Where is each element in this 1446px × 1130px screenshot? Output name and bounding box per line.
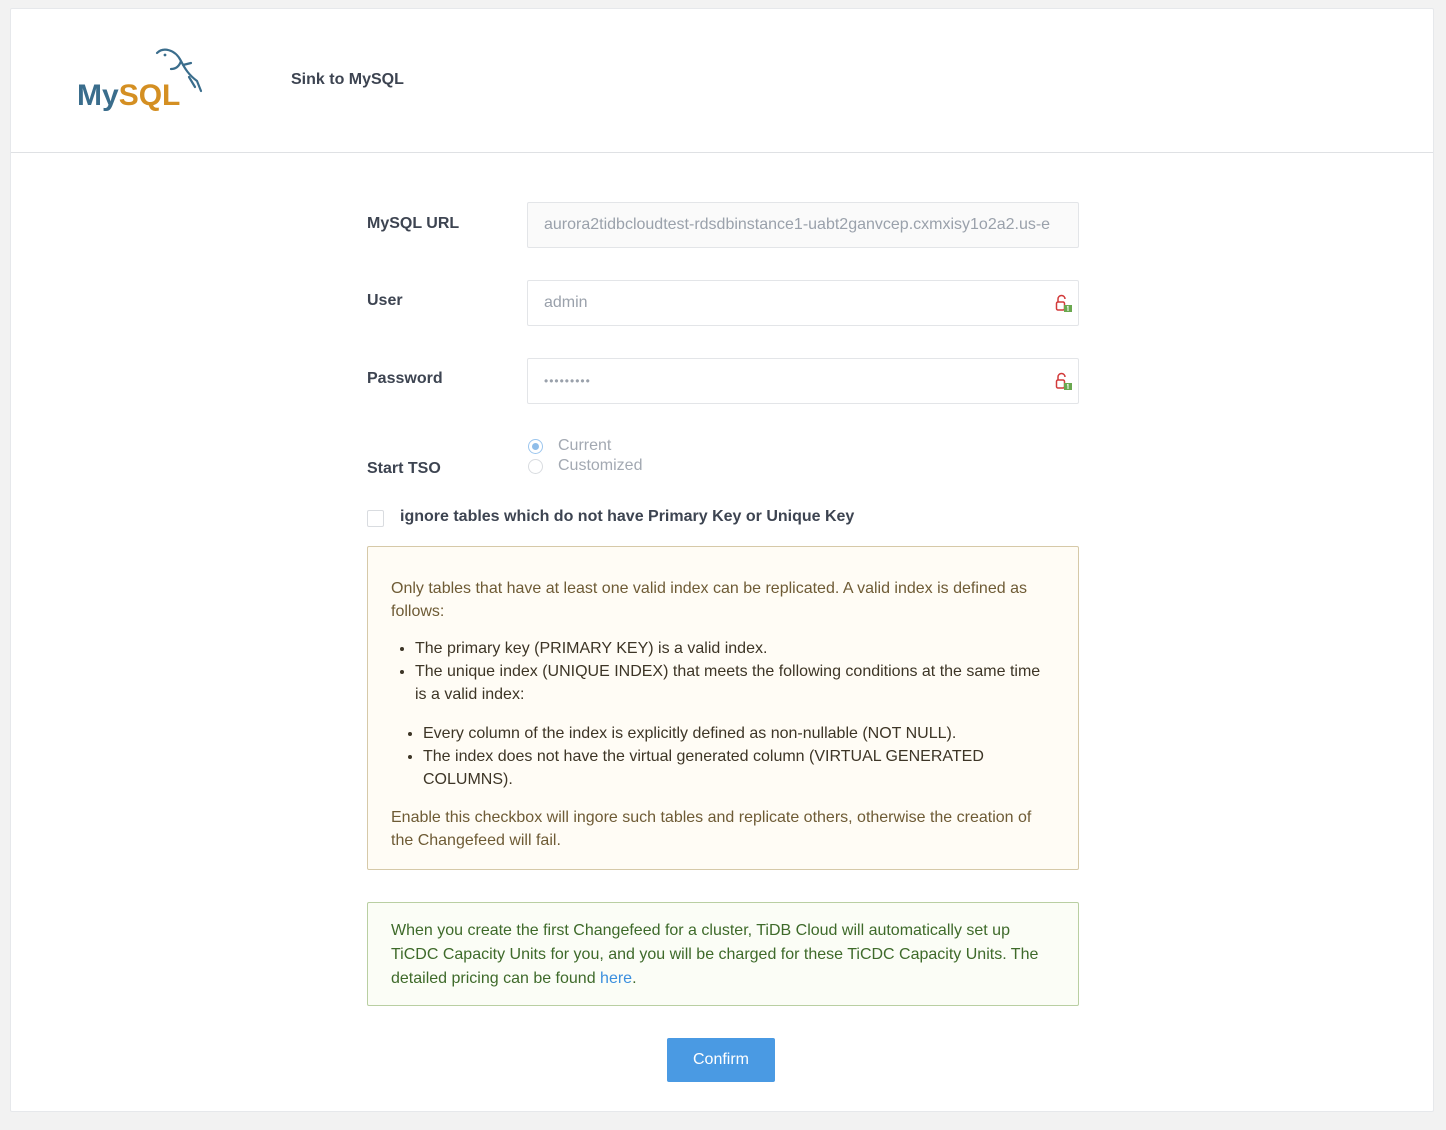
password-field[interactable] xyxy=(527,358,1079,404)
warning-outro: Enable this checkbox will ingore such ta… xyxy=(391,809,1032,849)
mysql-logo: MySQL xyxy=(75,47,205,119)
user-label: User xyxy=(367,292,403,309)
url-input[interactable] xyxy=(528,203,1078,247)
tso-radio-customized[interactable] xyxy=(528,458,543,474)
tso-option-label: Customized xyxy=(558,457,643,474)
user-field[interactable] xyxy=(527,280,1079,326)
start-tso-label: Start TSO xyxy=(367,460,441,477)
warning-list: The primary key (PRIMARY KEY) is a valid… xyxy=(391,637,1055,706)
warning-intro: Only tables that have at least one valid… xyxy=(391,580,1027,620)
user-input[interactable] xyxy=(528,281,1078,325)
tso-option-customized[interactable]: Customized xyxy=(527,456,642,476)
tso-option-current[interactable]: Current xyxy=(527,436,611,456)
url-field[interactable] xyxy=(527,202,1079,248)
url-label: MySQL URL xyxy=(367,215,460,232)
ignore-tables-label[interactable]: ignore tables which do not have Primary … xyxy=(400,508,854,526)
ignore-tables-checkbox[interactable] xyxy=(367,510,384,527)
valid-index-warning: Only tables that have at least one valid… xyxy=(367,546,1079,870)
warning-item: The unique index (UNIQUE INDEX) that mee… xyxy=(415,660,1055,706)
warning-item: The primary key (PRIMARY KEY) is a valid… xyxy=(415,637,1055,660)
password-manager-icon[interactable] xyxy=(1054,293,1074,313)
tso-option-label: Current xyxy=(558,437,612,454)
password-label: Password xyxy=(367,370,443,387)
pricing-info-suffix: . xyxy=(632,970,637,987)
password-manager-icon[interactable] xyxy=(1054,371,1074,391)
tso-radio-current[interactable] xyxy=(528,438,543,454)
logo-sql: SQL xyxy=(118,79,181,112)
pricing-info: When you create the first Changefeed for… xyxy=(367,902,1079,1006)
warning-subitem: The index does not have the virtual gene… xyxy=(423,745,1055,791)
warning-sublist: Every column of the index is explicitly … xyxy=(407,722,1055,791)
warning-subitem: Every column of the index is explicitly … xyxy=(423,722,1055,745)
logo-my: My xyxy=(77,79,119,112)
sink-card: MySQL Sink to MySQL MySQL URL User Passw… xyxy=(10,8,1434,1112)
pricing-info-text: When you create the first Changefeed for… xyxy=(391,922,1039,987)
header: MySQL Sink to MySQL xyxy=(11,9,1433,153)
page-title: Sink to MySQL xyxy=(291,71,404,88)
confirm-button[interactable]: Confirm xyxy=(667,1038,775,1082)
logo-wordmark: MySQL xyxy=(77,81,180,111)
password-input[interactable] xyxy=(528,359,1078,403)
pricing-link[interactable]: here xyxy=(600,970,632,987)
